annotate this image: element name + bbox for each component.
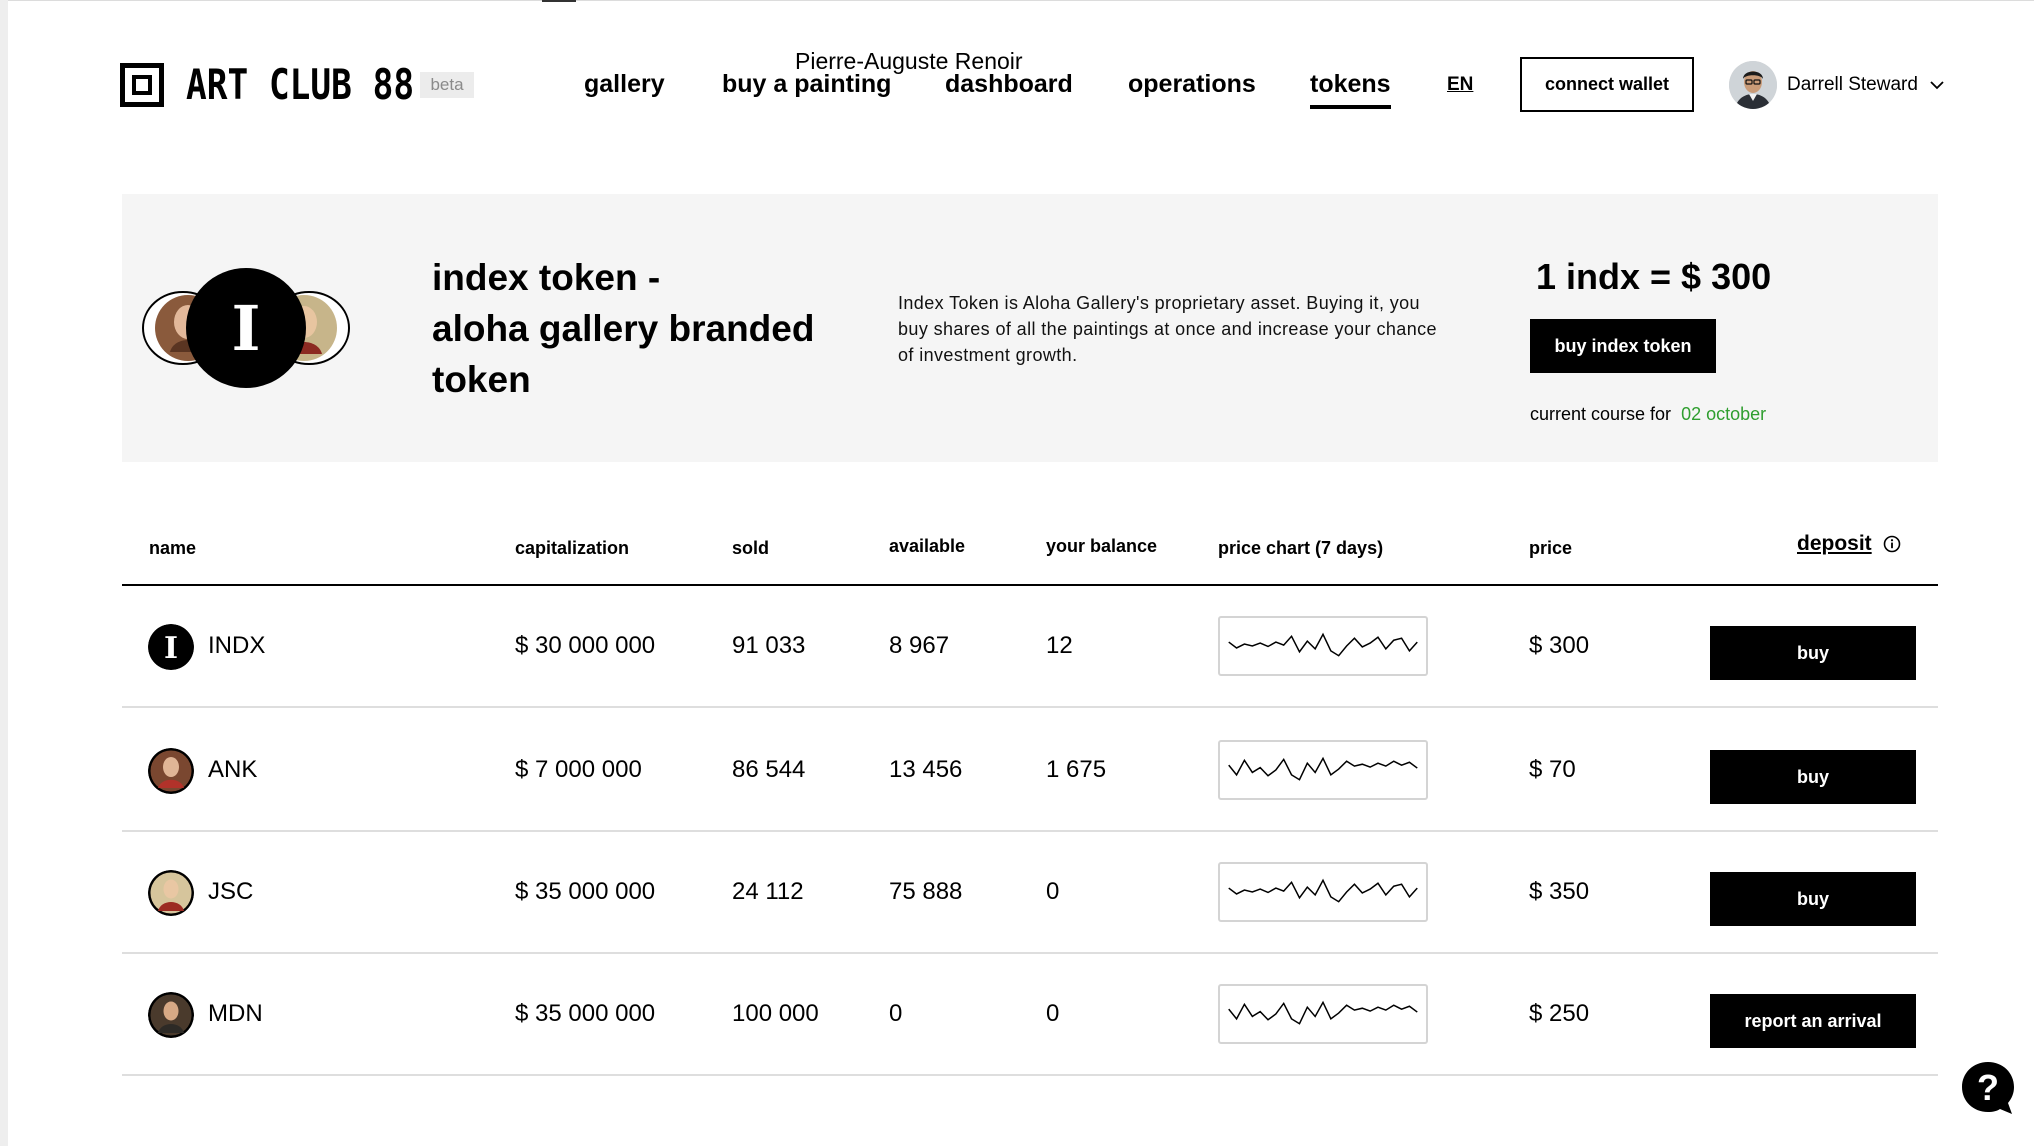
svg-text:?: ? xyxy=(1977,1067,1999,1108)
token-capitalization: $ 30 000 000 xyxy=(515,632,656,659)
current-course: current course for 02 october xyxy=(1530,404,1766,425)
language-switch[interactable]: EN xyxy=(1447,74,1473,96)
logo[interactable]: ART CLUB 88 xyxy=(120,60,464,109)
course-label: current course for xyxy=(1530,404,1672,424)
user-name: Darrell Steward xyxy=(1787,74,1918,95)
token-name: INDX xyxy=(208,632,266,659)
buy-button[interactable]: buy xyxy=(1710,872,1916,926)
site-header: ART CLUB 88 beta Pierre-Auguste Renoir g… xyxy=(0,0,2034,170)
price-sparkline xyxy=(1218,984,1428,1044)
info-icon[interactable] xyxy=(1883,535,1901,553)
token-price: $ 300 xyxy=(1529,632,1590,659)
beta-badge: beta xyxy=(420,72,474,98)
banner-title-line: aloha gallery branded xyxy=(432,308,815,349)
token-price: $ 70 xyxy=(1529,756,1576,783)
nav-gallery[interactable]: gallery xyxy=(584,70,665,99)
user-menu[interactable]: Darrell Steward xyxy=(1729,61,1944,109)
nav-tokens[interactable]: tokens xyxy=(1310,70,1391,109)
help-icon[interactable]: ? xyxy=(1960,1060,2016,1116)
token-available: 8 967 xyxy=(889,632,950,659)
index-token-coin-icon: I xyxy=(142,268,350,388)
token-balance: 0 xyxy=(1046,878,1060,905)
chevron-down-icon xyxy=(1930,81,1944,90)
indx-token-icon: I xyxy=(148,624,194,670)
column-header-available: available xyxy=(889,536,966,556)
column-header-name: name xyxy=(149,538,197,558)
nav-dashboard[interactable]: dashboard xyxy=(945,70,1073,99)
column-header-price: price xyxy=(1529,538,1573,558)
table-row: I INDX $ 30 000 000 91 033 8 967 12 $ 30… xyxy=(122,586,1938,708)
nav-buy-a-painting[interactable]: buy a painting xyxy=(722,70,891,99)
column-header-capitalization: capitalization xyxy=(515,538,630,558)
column-header-your-balance: your balance xyxy=(1046,536,1158,556)
table-row: JSC $ 35 000 000 24 112 75 888 0 $ 350 b… xyxy=(122,832,1938,954)
nav-operations[interactable]: operations xyxy=(1128,70,1256,99)
banner-title-line: token xyxy=(432,359,531,400)
course-date: 02 october xyxy=(1681,404,1767,424)
token-sold: 86 544 xyxy=(732,756,806,783)
avatar xyxy=(1729,61,1777,109)
index-token-banner: I index token - aloha gallery branded to… xyxy=(122,194,1938,462)
price-sparkline xyxy=(1218,740,1428,800)
mdn-token-icon xyxy=(148,992,194,1038)
deposit-link[interactable]: deposit xyxy=(1797,532,1872,556)
ank-token-icon xyxy=(148,748,194,794)
column-header-sold: sold xyxy=(732,538,770,558)
token-balance: 1 675 xyxy=(1046,756,1107,783)
token-name: ANK xyxy=(208,756,258,783)
left-edge-strip xyxy=(0,0,8,1146)
buy-button[interactable]: buy xyxy=(1710,626,1916,680)
price-sparkline xyxy=(1218,862,1428,922)
jsc-token-icon xyxy=(148,870,194,916)
token-rate: 1 indx = $ 300 xyxy=(1536,256,1772,297)
banner-title-line: index token - xyxy=(432,257,661,298)
token-sold: 100 000 xyxy=(732,1000,819,1027)
token-available: 13 456 xyxy=(889,756,963,783)
buy-index-token-button[interactable]: buy index token xyxy=(1530,319,1716,373)
token-sold: 91 033 xyxy=(732,632,806,659)
token-balance: 0 xyxy=(1046,1000,1060,1027)
token-capitalization: $ 7 000 000 xyxy=(515,756,642,783)
column-header-price-chart: price chart (7 days) xyxy=(1218,538,1384,558)
token-capitalization: $ 35 000 000 xyxy=(515,878,656,905)
token-sold: 24 112 xyxy=(732,878,804,905)
token-price: $ 250 xyxy=(1529,1000,1590,1027)
svg-text:I: I xyxy=(164,631,178,666)
token-name: JSC xyxy=(208,878,254,905)
banner-title: index token - aloha gallery branded toke… xyxy=(432,252,852,405)
brand-name: ART CLUB 88 xyxy=(186,60,415,109)
price-sparkline xyxy=(1218,616,1428,676)
connect-wallet-button[interactable]: connect wallet xyxy=(1520,57,1694,112)
token-price: $ 350 xyxy=(1529,878,1590,905)
logo-mark-icon xyxy=(120,62,164,107)
token-capitalization: $ 35 000 000 xyxy=(515,1000,656,1027)
table-row: ANK $ 7 000 000 86 544 13 456 1 675 $ 70… xyxy=(122,710,1938,832)
table-row: MDN $ 35 000 000 100 000 0 0 $ 250 repor… xyxy=(122,954,1938,1076)
token-name: MDN xyxy=(208,1000,263,1027)
buy-button[interactable]: buy xyxy=(1710,750,1916,804)
report-an-arrival-button[interactable]: report an arrival xyxy=(1710,994,1916,1048)
token-available: 0 xyxy=(889,1000,903,1027)
svg-text:I: I xyxy=(231,292,260,365)
token-balance: 12 xyxy=(1046,632,1073,659)
token-available: 75 888 xyxy=(889,878,963,905)
banner-description: Index Token is Aloha Gallery's proprieta… xyxy=(898,293,1437,365)
